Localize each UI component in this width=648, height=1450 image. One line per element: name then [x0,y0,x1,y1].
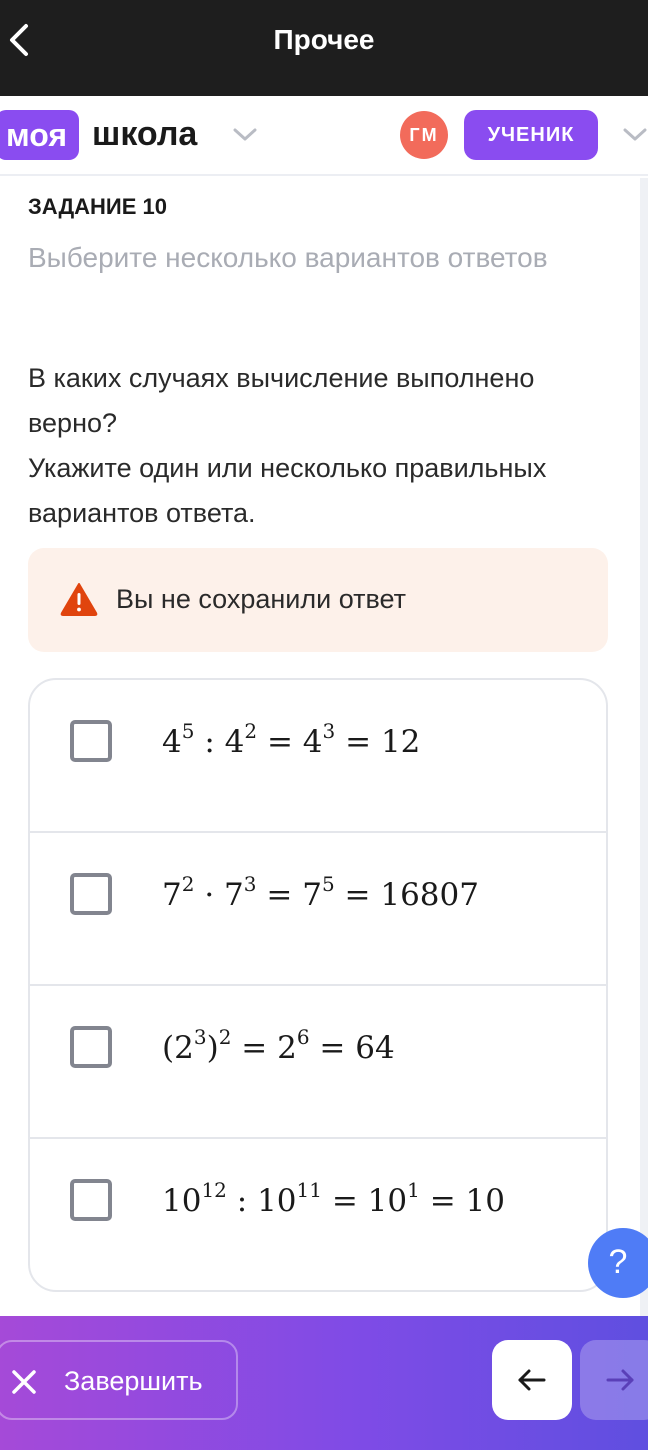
answer-option[interactable]: (23)2 = 26 = 64 [30,986,606,1139]
answer-checkbox[interactable] [70,1179,112,1221]
alert-message: Вы не сохранили ответ [116,584,407,614]
task-hint: Выберите несколько вариантов ответов [28,242,548,273]
task-number: ЗАДАНИЕ 10 [28,194,168,219]
page-title: Прочее [273,24,375,55]
prev-button[interactable] [492,1340,572,1420]
question-instruction: Укажите один или несколько правильных ва… [28,453,547,528]
top-bar: Прочее [0,0,648,96]
option-formula: (23)2 = 26 = 64 [162,1025,395,1066]
scrollbar[interactable] [640,178,648,1316]
task-question: В каких случаях вычисление выполнено вер… [28,356,618,536]
close-icon [12,1370,36,1394]
answer-options: 45 : 42 = 43 = 12 72 · 73 = 75 = 16807 (… [28,678,608,1292]
finish-button[interactable]: Завершить [0,1340,238,1420]
answer-option[interactable]: 72 · 73 = 75 = 16807 [30,833,606,986]
answer-checkbox[interactable] [70,1026,112,1068]
warning-icon [60,583,98,616]
chevron-down-icon[interactable] [230,125,260,145]
answer-checkbox[interactable] [70,873,112,915]
unsaved-alert: Вы не сохранили ответ [28,548,608,652]
option-formula: 72 · 73 = 75 = 16807 [162,872,479,913]
finish-label: Завершить [64,1366,203,1396]
option-formula: 1012 : 1011 = 101 = 10 [162,1178,505,1219]
next-button[interactable] [580,1340,648,1420]
option-formula: 45 : 42 = 43 = 12 [162,719,421,760]
arrow-left-icon [518,1369,546,1391]
chevron-down-icon[interactable] [620,125,648,145]
arrow-right-icon [606,1369,634,1391]
question-text: В каких случаях вычисление выполнено вер… [28,363,535,438]
role-badge[interactable]: УЧЕНИК [464,110,598,160]
answer-checkbox[interactable] [70,720,112,762]
logo-badge: моя [0,110,80,160]
logo-text: школа [92,115,198,153]
answer-option[interactable]: 1012 : 1011 = 101 = 10 [30,1139,606,1290]
answer-option[interactable]: 45 : 42 = 43 = 12 [30,680,606,833]
avatar[interactable]: ГМ [400,111,448,159]
